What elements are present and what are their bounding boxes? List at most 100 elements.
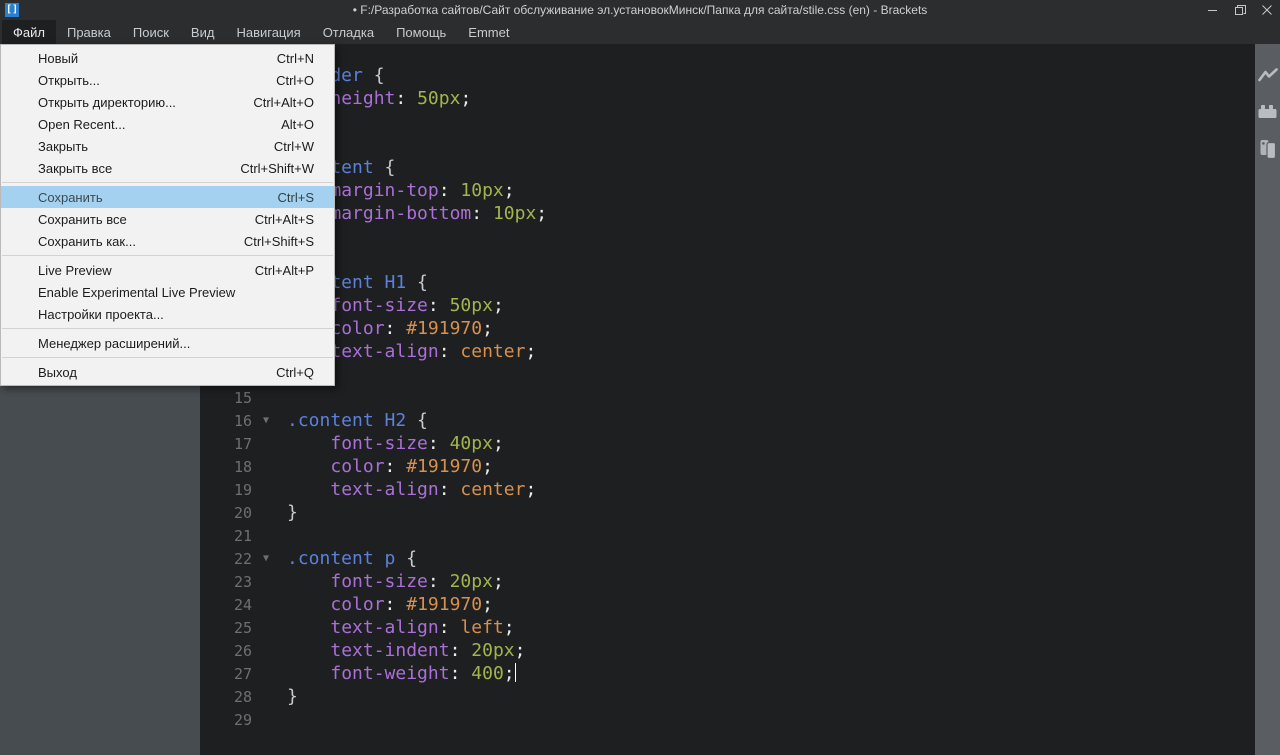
fold-arrow-icon[interactable]: ▼ (258, 415, 280, 426)
title-bar: [] • F:/Разработка сайтов/Сайт обслужива… (0, 0, 1280, 20)
menu-bar: Файл Правка Поиск Вид Навигация Отладка Помощь… (0, 20, 1280, 44)
menu-file[interactable]: Файл (2, 20, 56, 44)
menu-item[interactable]: Сохранить все Ctrl+Alt+S (1, 208, 334, 230)
menu-item[interactable]: Новый Ctrl+N (1, 47, 334, 69)
menu-item-label: Сохранить (38, 189, 103, 205)
code-line: 4 (200, 133, 1255, 156)
menu-item[interactable]: Открыть... Ctrl+O (1, 69, 334, 91)
code-text[interactable]: } (280, 501, 298, 524)
line-number: 28 (233, 687, 252, 706)
code-line: 22 ▼ .content p { (200, 547, 1255, 570)
menu-emmet[interactable]: Emmet (457, 20, 520, 44)
menu-поиск[interactable]: Поиск (122, 20, 180, 44)
brackets-logo-icon: [] (5, 3, 19, 17)
menu-item[interactable]: Настройки проекта... (1, 303, 334, 325)
code-line: 14} (200, 363, 1255, 386)
menu-item-shortcut: Ctrl+S (277, 189, 314, 205)
menu-item-label: Настройки проекта... (38, 306, 164, 322)
code-editor[interactable]: 1▼.header {2 height: 50px;3}45▼.content … (200, 44, 1255, 755)
menu-item[interactable]: Закрыть Ctrl+W (1, 135, 334, 157)
menu-separator (2, 255, 333, 256)
menu-item-shortcut: Ctrl+Shift+S (243, 233, 314, 249)
menu-правка[interactable]: Правка (56, 20, 122, 44)
menu-item-shortcut: Ctrl+Alt+S (254, 211, 314, 227)
code-line: 18 color: #191970; (200, 455, 1255, 478)
code-text[interactable]: color: #191970; (280, 593, 493, 616)
code-line: 23 font-size: 20px; (200, 570, 1255, 593)
code-line: 9 (200, 248, 1255, 271)
code-line: 6 margin-top: 10px; (200, 179, 1255, 202)
menu-item-shortcut: Ctrl+O (276, 72, 314, 88)
menu-item-shortcut: Ctrl+Q (276, 364, 314, 380)
menu-помощь[interactable]: Помощь (385, 20, 457, 44)
menu-item-shortcut: Ctrl+W (273, 138, 314, 154)
menu-item-shortcut: Ctrl+Alt+O (253, 94, 314, 110)
menu-отладка[interactable]: Отладка (312, 20, 385, 44)
menu-item-label: Live Preview (38, 262, 112, 278)
line-number: 17 (233, 434, 252, 453)
code-text[interactable]: font-weight: 400; (280, 662, 516, 685)
restore-icon[interactable] (1231, 2, 1249, 18)
menu-item[interactable]: Live Preview Ctrl+Alt+P (1, 259, 334, 281)
code-text[interactable]: text-align: left; (280, 616, 514, 639)
code-line: 13 text-align: center; (200, 340, 1255, 363)
menu-item-label: Открыть директорию... (38, 94, 176, 110)
window-title: • F:/Разработка сайтов/Сайт обслуживание… (352, 3, 928, 17)
menu-item-label: Enable Experimental Live Preview (38, 284, 236, 300)
code-text[interactable]: font-size: 40px; (280, 432, 503, 455)
menu-item[interactable]: Сохранить как... Ctrl+Shift+S (1, 230, 334, 252)
menu-item-label: Закрыть все (38, 160, 113, 176)
code-line: 16 ▼ .content H2 { (200, 409, 1255, 432)
code-text[interactable]: text-align: center; (280, 478, 536, 501)
code-line: 26 text-indent: 20px; (200, 639, 1255, 662)
menu-item-label: Сохранить все (38, 211, 127, 227)
menu-item-shortcut: Alt+O (281, 116, 314, 132)
close-icon[interactable] (1258, 2, 1276, 18)
line-number: 27 (233, 664, 252, 683)
code-line: 1▼.header { (200, 64, 1255, 87)
menu-item[interactable]: Открыть директорию... Ctrl+Alt+O (1, 91, 334, 113)
menu-item[interactable]: Enable Experimental Live Preview (1, 281, 334, 303)
line-number: 24 (233, 595, 252, 614)
code-line: 19 text-align: center; (200, 478, 1255, 501)
live-preview-icon[interactable] (1257, 64, 1278, 85)
menu-item[interactable]: Open Recent... Alt+O (1, 113, 334, 135)
code-line: 5▼.content { (200, 156, 1255, 179)
code-text[interactable]: .content H2 { (280, 409, 428, 432)
minimize-icon[interactable] (1204, 2, 1222, 18)
fold-arrow-icon[interactable]: ▼ (258, 553, 280, 564)
code-line: 28} (200, 685, 1255, 708)
code-line: 29 (200, 708, 1255, 731)
line-number: 21 (233, 526, 252, 545)
menu-навигация[interactable]: Навигация (225, 20, 311, 44)
extension-manager-icon[interactable] (1257, 101, 1278, 122)
menu-item-label: Менеджер расширений... (38, 335, 191, 351)
code-text[interactable]: .content p { (280, 547, 417, 570)
code-text[interactable]: } (280, 685, 298, 708)
code-line: 21 (200, 524, 1255, 547)
line-number: 15 (233, 388, 252, 407)
code-text[interactable]: color: #191970; (280, 455, 493, 478)
menu-separator (2, 328, 333, 329)
code-line: 2 height: 50px; (200, 87, 1255, 110)
code-line: 25 text-align: left; (200, 616, 1255, 639)
menu-item-label: Закрыть (38, 138, 89, 154)
menu-item[interactable]: Закрыть все Ctrl+Shift+W (1, 157, 334, 179)
menu-item-shortcut: Ctrl+Shift+W (240, 160, 314, 176)
snippets-icon[interactable] (1257, 138, 1278, 159)
menu-item-label: Выход (38, 364, 77, 380)
code-text[interactable]: text-indent: 20px; (280, 639, 525, 662)
code-text[interactable]: font-size: 20px; (280, 570, 503, 593)
menu-вид[interactable]: Вид (180, 20, 226, 44)
menu-item-label: Open Recent... (38, 116, 126, 132)
toolbar-rail (1255, 44, 1280, 755)
menu-item[interactable]: Сохранить Ctrl+S (1, 186, 334, 208)
code-line: 7 margin-bottom: 10px; (200, 202, 1255, 225)
menu-item-shortcut: Ctrl+Alt+P (254, 262, 314, 278)
menu-item-shortcut: Ctrl+N (276, 50, 314, 66)
file-menu-dropdown: Новый Ctrl+N Открыть... Ctrl+O Открыть дирек… (0, 44, 335, 386)
line-number: 18 (233, 457, 252, 476)
menu-item[interactable]: Выход Ctrl+Q (1, 361, 334, 383)
code-line: 15 (200, 386, 1255, 409)
menu-item[interactable]: Менеджер расширений... (1, 332, 334, 354)
